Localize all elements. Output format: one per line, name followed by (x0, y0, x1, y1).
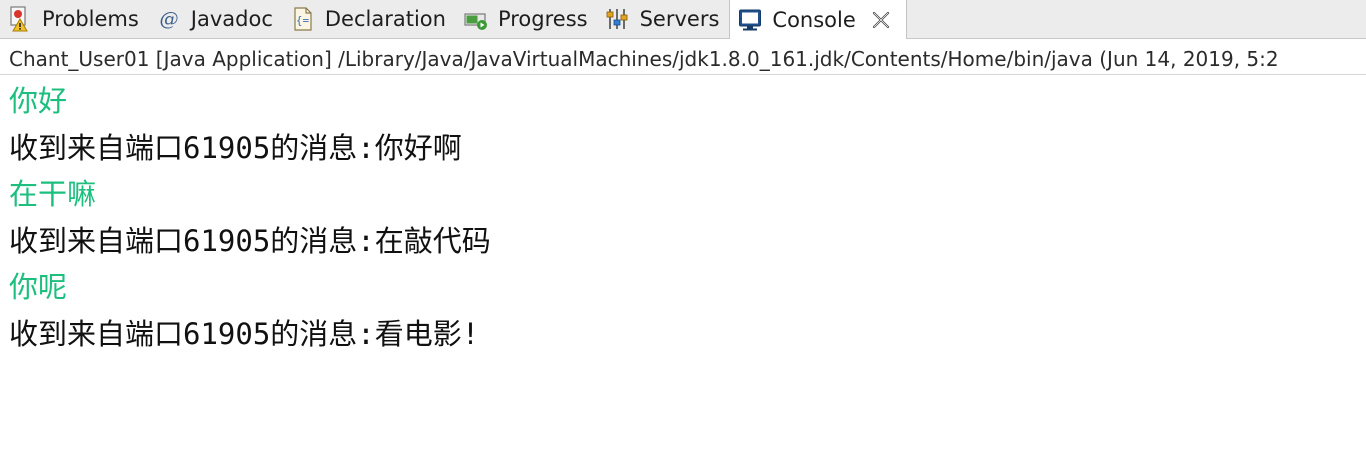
console-icon (738, 7, 762, 33)
svg-text:@: @ (159, 8, 178, 30)
console-line-input: 你呢 (9, 270, 68, 304)
console-line-output: 收到来自端口61905的消息:你好啊 (9, 130, 462, 165)
tab-servers[interactable]: Servers (598, 0, 730, 38)
svg-text:{=: {= (296, 14, 310, 27)
tab-declaration[interactable]: {= Declaration (283, 0, 456, 38)
declaration-icon: {= (291, 6, 315, 32)
view-tab-bar: Problems @ Javadoc {= Declaration Progre… (0, 0, 1366, 39)
console-line-output: 收到来自端口61905的消息:看电影! (9, 316, 480, 351)
tab-progress[interactable]: Progress (456, 0, 598, 38)
problems-icon (8, 6, 32, 32)
progress-icon (464, 6, 488, 32)
servers-icon (606, 6, 630, 32)
tab-label: Servers (639, 7, 720, 31)
close-icon[interactable] (870, 9, 892, 31)
tab-label: Progress (497, 7, 588, 31)
tab-label: Console (772, 7, 856, 32)
tab-javadoc[interactable]: @ Javadoc (149, 0, 283, 38)
tab-console[interactable]: Console (729, 0, 907, 39)
console-line-input: 你好 (9, 84, 68, 118)
tab-label: Javadoc (190, 7, 273, 31)
console-line-output: 收到来自端口61905的消息:在敲代码 (9, 223, 491, 258)
console-launch-info: Chant_User01 [Java Application] /Library… (0, 39, 1366, 75)
tab-label: Problems (42, 7, 139, 31)
console-line-input: 在干嘛 (9, 177, 97, 211)
javadoc-icon: @ (157, 6, 181, 32)
tab-problems[interactable]: Problems (0, 0, 149, 38)
console-output[interactable]: 你好 收到来自端口61905的消息:你好啊 在干嘛 收到来自端口61905的消息… (9, 78, 1359, 357)
tab-label: Declaration (324, 7, 446, 31)
